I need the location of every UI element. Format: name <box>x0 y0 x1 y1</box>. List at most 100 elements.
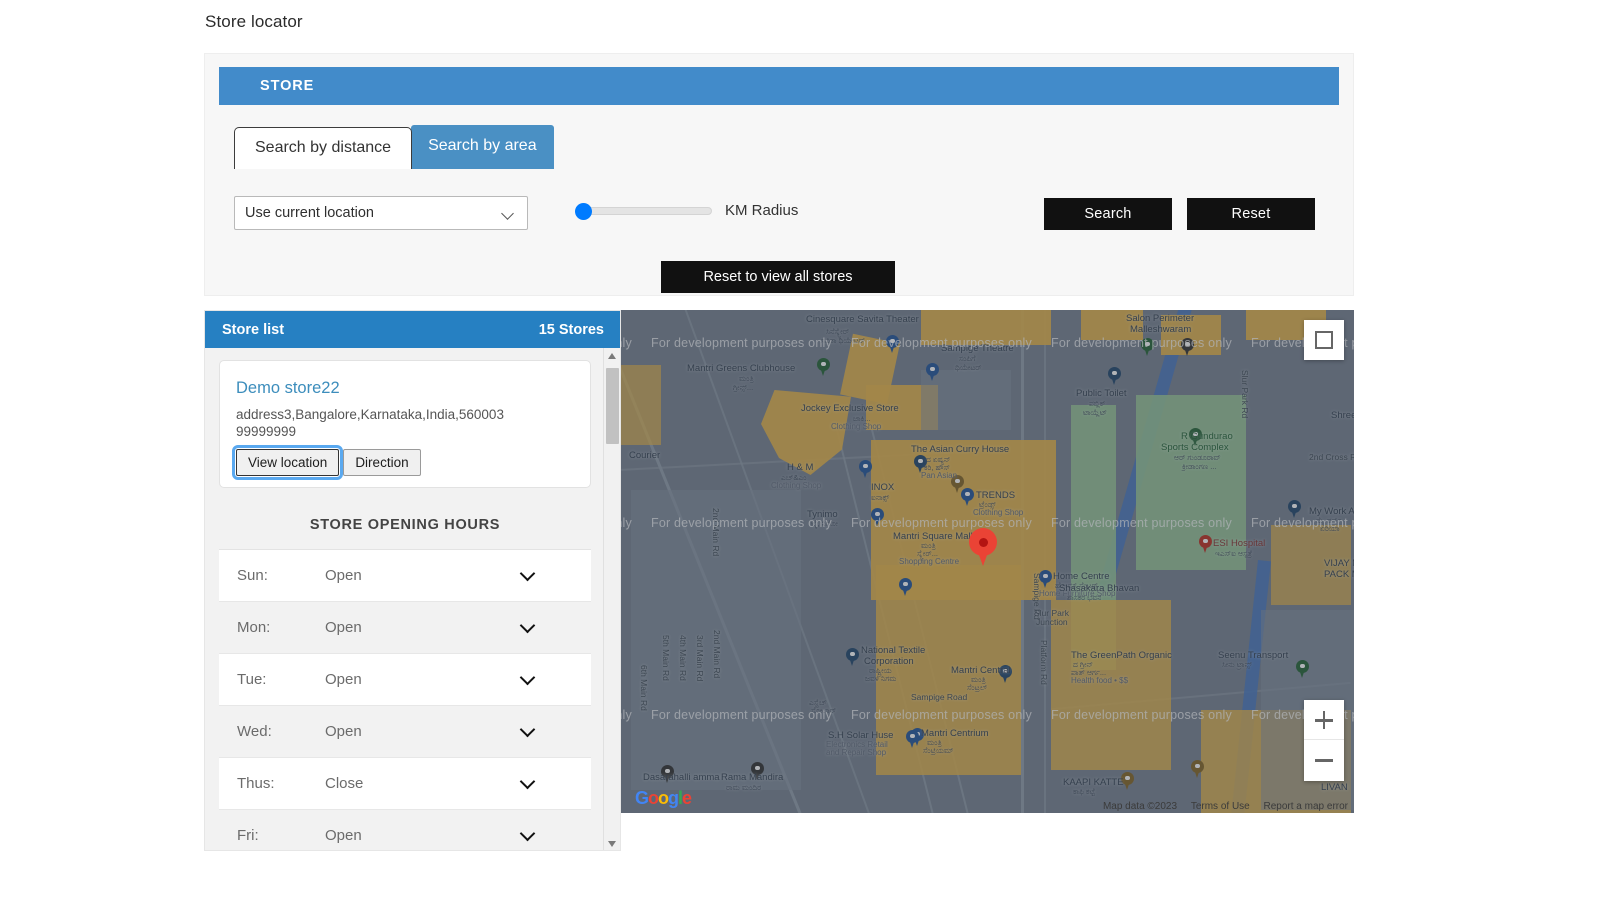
map-watermark: For development purposes only <box>851 516 1032 530</box>
scroll-down-arrow-icon[interactable] <box>604 835 621 851</box>
store-locator-page: Store locator STORE Search by distance S… <box>0 0 1600 900</box>
map-label: 2nd Cross Rd <box>1309 452 1354 462</box>
day-label: Wed: <box>219 723 325 740</box>
map-view[interactable]: Cinesquare Savita Theaterಸಿನೆಸ್ಕ್ವೇರ್ಸವಿ… <box>621 310 1354 813</box>
store-list-scrollbar[interactable] <box>603 348 620 851</box>
day-status: Open <box>325 671 362 688</box>
store-name[interactable]: Demo store22 <box>236 379 574 398</box>
zoom-out-button[interactable] <box>1304 740 1344 780</box>
scroll-up-arrow-icon[interactable] <box>604 348 621 365</box>
hours-row-sun[interactable]: Sun: Open <box>219 550 591 602</box>
map-watermark: For development purposes only <box>1051 336 1232 350</box>
store-list-scroll-area[interactable]: Demo store22 address3,Bangalore,Karnatak… <box>205 348 620 851</box>
map-label: PACK MAC <box>1324 569 1354 580</box>
hours-row-mon[interactable]: Mon: Open <box>219 602 591 654</box>
store-list-header: Store list 15 Stores <box>205 311 620 348</box>
hours-row-thus[interactable]: Thus: Close <box>219 758 591 810</box>
chevron-down-icon[interactable] <box>520 826 536 842</box>
map-pin[interactable] <box>926 363 939 381</box>
search-controls-row: Use current location KM Radius Search Re… <box>234 196 1334 236</box>
map-pin[interactable] <box>817 358 830 376</box>
day-status: Open <box>325 827 362 844</box>
report-map-error-link[interactable]: Report a map error <box>1264 801 1348 812</box>
map-label: Slur Park Rd <box>1240 370 1250 418</box>
map-watermark: For development purposes only <box>621 516 632 530</box>
store-header-bar: STORE <box>219 67 1339 105</box>
search-mode-tabs: Search by distance Search by area <box>234 125 554 169</box>
map-label: Sports Complex <box>1161 442 1229 453</box>
tab-search-by-distance[interactable]: Search by distance <box>234 127 412 169</box>
map-label: 3rd Main Rd <box>695 635 705 681</box>
map-pin[interactable] <box>1199 535 1212 553</box>
store-header-label: STORE <box>260 78 314 94</box>
map-label: ಟಾಯ್ಲೆಟ್ <box>1083 408 1107 418</box>
day-label: Sun: <box>219 567 325 584</box>
scrollbar-thumb[interactable] <box>606 368 619 444</box>
search-button[interactable]: Search <box>1044 198 1172 230</box>
map-watermark: For development purposes only <box>1051 708 1232 722</box>
store-list-title: Store list <box>222 322 284 338</box>
radius-slider-thumb[interactable] <box>575 203 592 220</box>
map-label: Health food • $$ <box>1071 676 1128 685</box>
map-label: ಗ್ರೀನ್ಸ್... <box>733 383 753 393</box>
map-data-label: Map data ©2023 <box>1103 801 1177 812</box>
chevron-down-icon[interactable] <box>520 722 536 738</box>
chevron-down-icon[interactable] <box>520 566 536 582</box>
store-phone: 99999999 <box>236 424 574 441</box>
map-pin[interactable] <box>1108 367 1121 385</box>
map-watermark: For development purposes only <box>851 708 1032 722</box>
map-pin[interactable] <box>1191 760 1204 778</box>
map-label: ರಾಮ ಮಂದಿರ <box>726 783 761 793</box>
chevron-down-icon[interactable] <box>520 670 536 686</box>
map-pin[interactable] <box>906 730 919 748</box>
hours-row-tue[interactable]: Tue: Open <box>219 654 591 706</box>
opening-hours-title: STORE OPENING HOURS <box>219 500 591 550</box>
hours-row-fri[interactable]: Fri: Open <box>219 810 591 851</box>
map-pin[interactable] <box>859 460 872 478</box>
locator-card: STORE <box>204 53 1354 296</box>
reset-view-all-stores-button[interactable]: Reset to view all stores <box>661 261 895 293</box>
google-logo: Google <box>635 788 691 809</box>
direction-button[interactable]: Direction <box>343 449 420 476</box>
selected-store-marker[interactable] <box>969 528 997 568</box>
map-label: ಇಎಸ್ಐ ಆಸ್ಪತ್ರೆ <box>1215 549 1252 559</box>
map-pin[interactable] <box>1296 660 1309 678</box>
map-block <box>1051 600 1171 770</box>
map-label: Mantri Greens Clubhouse <box>687 363 795 374</box>
hours-row-wed[interactable]: Wed: Open <box>219 706 591 758</box>
map-watermark: For development purposes only <box>651 708 832 722</box>
radius-label: KM Radius <box>725 202 798 219</box>
map-label: Public Toilet <box>1076 388 1127 399</box>
reset-button[interactable]: Reset <box>1187 198 1315 230</box>
map-canvas[interactable]: Cinesquare Savita Theaterಸಿನೆಸ್ಕ್ವೇರ್ಸವಿ… <box>621 310 1354 813</box>
zoom-in-button[interactable] <box>1304 700 1344 740</box>
map-watermark: For development purposes only <box>1251 516 1354 530</box>
page-title: Store locator <box>205 12 303 32</box>
fullscreen-icon[interactable] <box>1304 320 1344 360</box>
view-location-button[interactable]: View location <box>236 449 339 476</box>
map-label: VIJAY MARI <box>1324 558 1354 569</box>
day-status: Open <box>325 567 362 584</box>
map-watermark: For development purposes only <box>851 336 1032 350</box>
map-label: Junction <box>1036 617 1068 627</box>
terms-of-use-link[interactable]: Terms of Use <box>1191 801 1250 812</box>
store-card[interactable]: Demo store22 address3,Bangalore,Karnatak… <box>219 360 591 488</box>
map-label: H & M <box>787 462 813 473</box>
location-select[interactable]: Use current location <box>234 196 528 230</box>
radius-slider[interactable] <box>576 207 712 215</box>
map-label: Clothing Shop <box>771 481 821 490</box>
map-pin[interactable] <box>846 648 859 666</box>
map-pin[interactable] <box>961 488 974 506</box>
map-label: Cinesquare Savita Theater <box>806 314 919 325</box>
map-pin[interactable] <box>899 578 912 596</box>
map-label: Shopping Centre <box>899 557 959 566</box>
map-label: Courier <box>629 450 660 461</box>
tab-search-by-area[interactable]: Search by area <box>411 125 554 169</box>
map-label: Platform Rd <box>1039 640 1049 685</box>
map-watermark: For development purposes only <box>651 336 832 350</box>
chevron-down-icon[interactable] <box>520 774 536 790</box>
chevron-down-icon[interactable] <box>520 618 536 634</box>
day-status: Close <box>325 775 363 792</box>
map-label: 6th Main Rd <box>639 665 649 711</box>
map-label: National Textile <box>861 645 925 656</box>
